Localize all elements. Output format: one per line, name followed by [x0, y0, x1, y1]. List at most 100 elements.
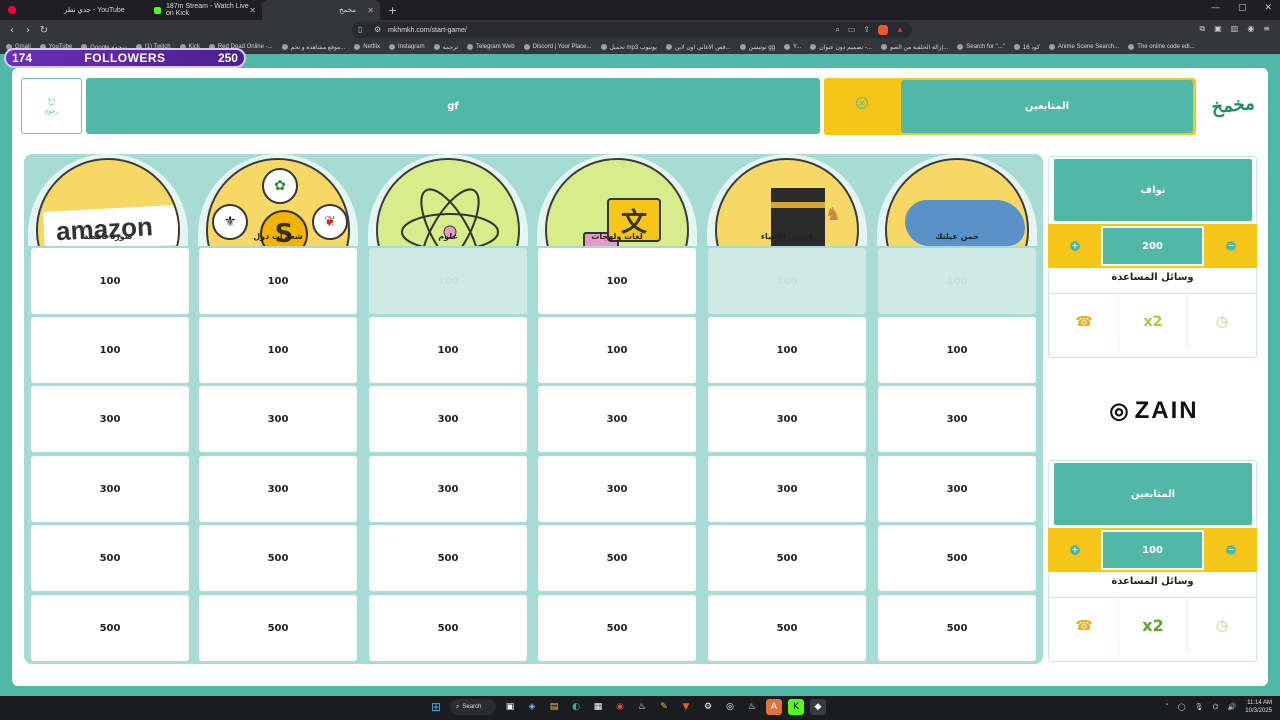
- bookmark-item[interactable]: Discord | Your Place...: [523, 44, 592, 50]
- question-tile[interactable]: 100: [199, 248, 357, 314]
- active-app-icon[interactable]: ◆: [810, 699, 826, 715]
- extension-icon[interactable]: ⧉: [1199, 24, 1205, 34]
- steam-2-icon[interactable]: ♨: [744, 699, 760, 715]
- new-tab-button[interactable]: +: [380, 4, 405, 17]
- bookmark-item[interactable]: Telegram Web: [467, 44, 515, 50]
- volume-icon[interactable]: 🔊: [1228, 703, 1237, 711]
- tab-mkhmkh[interactable]: مخمخ ✕: [262, 0, 380, 20]
- timer-button[interactable]: ◷: [1187, 294, 1256, 349]
- question-tile[interactable]: 100: [369, 317, 527, 383]
- bookmark-item[interactable]: The online code edi...: [1128, 44, 1195, 50]
- team-1-name-button[interactable]: نواف: [1054, 159, 1252, 221]
- question-tile[interactable]: 500: [878, 595, 1036, 661]
- team-2-name-button[interactable]: المتابعين: [1054, 463, 1252, 525]
- question-tile[interactable]: 300: [538, 456, 696, 522]
- obs-icon[interactable]: ◎: [722, 699, 738, 715]
- question-tile[interactable]: 500: [199, 595, 357, 661]
- close-tab-icon[interactable]: ✕: [367, 6, 374, 15]
- close-tab-icon[interactable]: ✕: [249, 6, 256, 15]
- question-tile[interactable]: 300: [369, 456, 527, 522]
- question-tile[interactable]: 300: [199, 386, 357, 452]
- question-tile[interactable]: 300: [708, 386, 866, 452]
- active-team-button[interactable]: المتابعين: [901, 80, 1193, 133]
- bookmark-item[interactable]: تصميم دون عنوان -...: [810, 44, 872, 51]
- question-tile[interactable]: 100: [31, 248, 189, 314]
- copilot-icon[interactable]: ◈: [524, 699, 540, 715]
- call-friend-button[interactable]: ☎: [1050, 598, 1118, 653]
- swap-turn-icon[interactable]: ✕: [856, 97, 868, 109]
- question-tile[interactable]: 500: [538, 525, 696, 591]
- double-points-button[interactable]: x2: [1118, 598, 1187, 653]
- address-bar[interactable]: ▯ ⚙ mkhmkh.com/start-game/ ⌕ ▭ ⇪ ▲: [352, 22, 912, 38]
- tab-youtube[interactable]: جدي نطر - YouTube: [54, 0, 144, 20]
- question-tile[interactable]: 500: [369, 595, 527, 661]
- question-tile[interactable]: 100: [199, 317, 357, 383]
- bookmark-item[interactable]: تحميل mp3 يوتيوب: [600, 44, 657, 51]
- chevron-up-icon[interactable]: ˄: [1165, 703, 1169, 711]
- menu-icon[interactable]: ≡: [1263, 24, 1270, 34]
- team-2-minus-button[interactable]: −: [1226, 545, 1236, 555]
- store-icon[interactable]: ▦: [590, 699, 606, 715]
- share-icon[interactable]: ⇪: [863, 25, 870, 35]
- site-logo[interactable]: مخمخ: [1205, 87, 1262, 122]
- bookmark-item[interactable]: إزالة الخلفية من الصو...: [880, 44, 948, 51]
- call-friend-button[interactable]: ☎: [1050, 294, 1118, 349]
- brave-icon[interactable]: ▼: [678, 699, 694, 715]
- cast-icon[interactable]: ▭: [848, 25, 856, 35]
- question-tile[interactable]: 300: [31, 386, 189, 452]
- team-1-plus-button[interactable]: +: [1070, 241, 1080, 251]
- bookmark-item[interactable]: Y...: [784, 44, 801, 50]
- question-tile[interactable]: 500: [708, 525, 866, 591]
- settings-icon[interactable]: ⚙: [700, 699, 716, 715]
- tray-app-icon[interactable]: ◯: [1178, 703, 1186, 711]
- bookmark-item[interactable]: قص الاغاني اون لاين...: [665, 44, 731, 51]
- question-tile[interactable]: 500: [369, 525, 527, 591]
- bookmark-item[interactable]: Netflix: [354, 44, 380, 50]
- edge-icon[interactable]: ◐: [568, 699, 584, 715]
- question-tile[interactable]: 300: [878, 386, 1036, 452]
- rewards-icon[interactable]: ▲: [896, 25, 904, 35]
- question-tile[interactable]: 500: [878, 525, 1036, 591]
- key-icon[interactable]: ⌕: [835, 25, 839, 35]
- bookmark-icon[interactable]: ▯: [358, 25, 362, 34]
- timer-button[interactable]: ◷: [1187, 598, 1256, 653]
- app-icon[interactable]: ✎: [656, 699, 672, 715]
- question-tile[interactable]: 500: [31, 525, 189, 591]
- question-tile[interactable]: 300: [31, 456, 189, 522]
- question-tile[interactable]: 300: [369, 386, 527, 452]
- site-info-icon[interactable]: ⚙: [374, 25, 381, 34]
- question-tile[interactable]: 300: [878, 456, 1036, 522]
- reload-icon[interactable]: ↻: [36, 25, 52, 36]
- app-a-icon[interactable]: A: [766, 699, 782, 715]
- taskbar-search[interactable]: ⌕ Search: [450, 699, 496, 715]
- bookmark-item[interactable]: ترجمة: [433, 44, 458, 51]
- tab-kick[interactable]: 187m Stream - Watch Live on Kick ✕: [144, 0, 262, 20]
- close-window-icon[interactable]: ✕: [1264, 3, 1272, 13]
- chrome-icon[interactable]: ◉: [612, 699, 628, 715]
- question-tile[interactable]: 500: [199, 525, 357, 591]
- clock[interactable]: 11:14 AM 10/3/2025: [1245, 699, 1272, 715]
- task-view-icon[interactable]: ▣: [502, 699, 518, 715]
- bookmark-item[interactable]: موقع مشاهدة و تحم...: [281, 44, 345, 51]
- team-1-minus-button[interactable]: −: [1226, 241, 1236, 251]
- brave-shield-icon[interactable]: [878, 25, 889, 35]
- question-tile[interactable]: 300: [708, 456, 866, 522]
- maximize-icon[interactable]: ▢: [1238, 3, 1247, 13]
- network-icon[interactable]: ⌬: [1212, 703, 1218, 711]
- question-tile[interactable]: 100: [878, 317, 1036, 383]
- file-explorer-icon[interactable]: ▤: [546, 699, 562, 715]
- double-points-button[interactable]: x2: [1118, 294, 1187, 349]
- question-tile[interactable]: 500: [708, 595, 866, 661]
- bookmark-item[interactable]: Anime Scene Search...: [1048, 44, 1119, 50]
- profile-icon[interactable]: ◉: [1247, 24, 1254, 34]
- question-tile[interactable]: 500: [538, 595, 696, 661]
- steam-icon[interactable]: ♨: [634, 699, 650, 715]
- back-icon[interactable]: ‹: [4, 25, 20, 36]
- bookmark-item[interactable]: توتيشن gg: [739, 44, 775, 51]
- question-tile[interactable]: 100: [538, 248, 696, 314]
- kick-app-icon[interactable]: K: [788, 699, 804, 715]
- question-tile[interactable]: 300: [199, 456, 357, 522]
- question-tile[interactable]: 100: [538, 317, 696, 383]
- exit-button[interactable]: ⎋ رجوع: [21, 78, 82, 134]
- question-tile[interactable]: 100: [708, 317, 866, 383]
